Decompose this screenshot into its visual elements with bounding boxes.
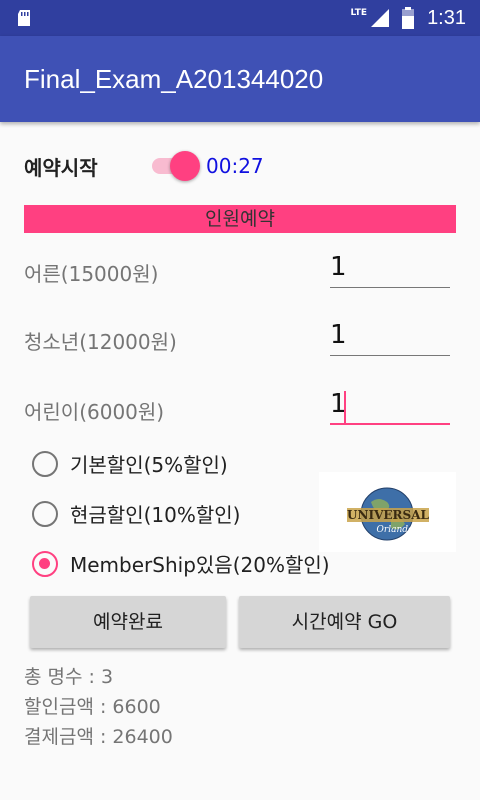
radio-label: MemberShip있음(20%할인) <box>70 553 330 577</box>
text-cursor <box>344 391 346 423</box>
radio-cash-discount[interactable]: 현금할인(10%할인) <box>32 499 240 528</box>
reservation-switch[interactable] <box>148 150 202 181</box>
status-time: 1:31 <box>427 6 466 29</box>
section-header: 인원예약 <box>24 205 456 233</box>
network-type: LTE <box>350 8 368 18</box>
radio-membership-discount[interactable]: MemberShip있음(20%할인) <box>32 549 330 578</box>
radio-label: 기본할인(5%할인) <box>70 453 228 477</box>
universal-globe-logo: UNIVERSAL Orlando <box>347 487 430 541</box>
discount-amount-text: 할인금액 : 6600 <box>24 696 161 718</box>
total-people-text: 총 명수 : 3 <box>24 666 114 688</box>
adult-count-field[interactable]: 1 <box>330 252 450 288</box>
adult-count-value: 1 <box>330 252 347 282</box>
timed-reservation-go-button[interactable]: 시간예약 GO <box>239 596 450 648</box>
status-bar: LTE 1:31 <box>0 0 480 36</box>
youth-count-field[interactable]: 1 <box>330 320 450 356</box>
battery-icon <box>402 7 415 29</box>
reservation-complete-button[interactable]: 예약완료 <box>30 596 226 648</box>
radio-basic-discount[interactable]: 기본할인(5%할인) <box>32 449 228 478</box>
radio-button-icon <box>32 450 58 477</box>
sd-card-icon <box>18 10 30 26</box>
adult-label: 어른(15000원) <box>24 262 159 286</box>
youth-count-value: 1 <box>330 320 347 350</box>
field-underline <box>330 423 450 425</box>
universal-logo: UNIVERSAL Orlando <box>319 472 456 552</box>
app-title: Final_Exam_A201344020 <box>24 64 324 94</box>
switch-thumb <box>170 151 200 181</box>
logo-text-orlando: Orlando <box>377 525 414 535</box>
reservation-start-label: 예약시작 <box>24 156 98 180</box>
app-bar: Final_Exam_A201344020 <box>0 36 480 122</box>
child-label: 어린이(6000원) <box>24 400 165 424</box>
field-underline <box>330 354 450 356</box>
radio-label: 현금할인(10%할인) <box>70 503 241 527</box>
radio-button-icon <box>32 500 58 527</box>
logo-text-universal: UNIVERSAL <box>347 508 429 522</box>
radio-button-icon <box>32 550 58 577</box>
youth-label: 청소년(12000원) <box>24 330 177 354</box>
timer-display: 00:27 <box>206 154 264 178</box>
signal-icon <box>371 9 390 27</box>
field-underline <box>330 286 450 288</box>
child-count-field[interactable]: 1 <box>330 389 450 425</box>
payment-amount-text: 결제금액 : 26400 <box>24 726 173 748</box>
